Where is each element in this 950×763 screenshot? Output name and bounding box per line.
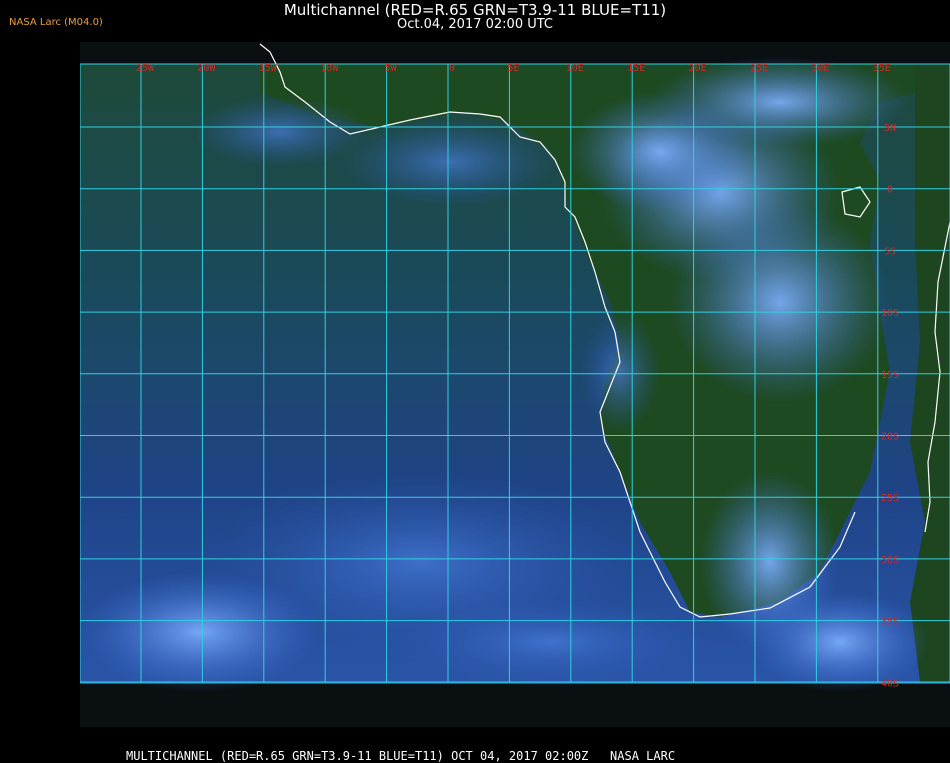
longitude-label: 20W: [197, 63, 216, 74]
latitude-label: 5N: [884, 123, 896, 134]
image-timestamp: Oct.04, 2017 02:00 UTC: [397, 17, 553, 32]
latitude-label: 40S: [881, 678, 899, 689]
longitude-label: 5W: [385, 63, 398, 74]
longitude-label: 30E: [811, 63, 829, 74]
longitude-label: 15W: [259, 63, 278, 74]
cloud-patch: [340, 117, 560, 207]
longitude-label: 5E: [507, 63, 519, 74]
latitude-label: 15S: [881, 370, 899, 381]
image-title: Multichannel (RED=R.65 GRN=T3.9-11 BLUE=…: [283, 1, 667, 19]
footer-text: MULTICHANNEL (RED=R.65 GRN=T3.9-11 BLUE=…: [126, 749, 676, 763]
longitude-label: 10W: [320, 63, 339, 74]
latitude-label: 35S: [881, 617, 899, 628]
longitude-label: 15E: [627, 63, 645, 74]
producer-label: NASA Larc (M04.0): [9, 17, 103, 28]
longitude-label: 10E: [566, 63, 584, 74]
cloud-patch: [580, 312, 660, 432]
latitude-label: 25S: [881, 493, 899, 504]
imagery-layer: [80, 57, 950, 692]
cloud-patch: [670, 202, 890, 402]
cloud-patch: [750, 592, 930, 692]
longitude-label: 25E: [750, 63, 768, 74]
satellite-map: 25W 20W 15W 10W 5W 0 5E 10E 15E 20E 25E 30E 35E 5N 0 5S…: [80, 43, 950, 692]
latitude-label: 5S: [884, 246, 896, 257]
latitude-label: 10S: [881, 308, 899, 319]
longitude-label: 20E: [689, 63, 707, 74]
latitude-label: 20S: [881, 432, 899, 443]
cloud-patch: [390, 597, 710, 687]
longitude-label: 25W: [136, 63, 155, 74]
latitude-label: 0: [887, 185, 893, 196]
longitude-label: 0: [449, 63, 455, 74]
longitude-label: 35E: [873, 63, 891, 74]
latitude-label: 30S: [881, 555, 899, 566]
cloud-patch: [80, 572, 320, 692]
